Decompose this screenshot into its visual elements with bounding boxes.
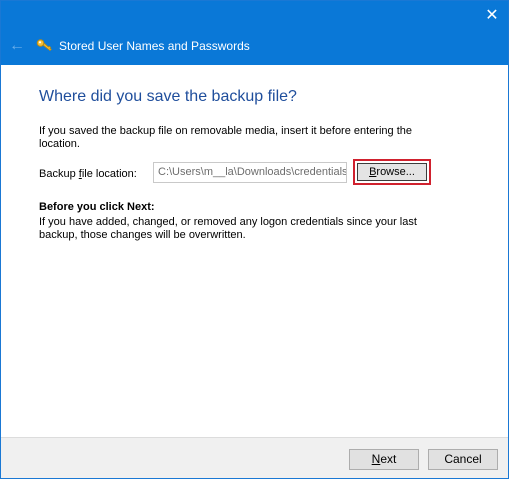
window-title: Stored User Names and Passwords <box>59 39 250 53</box>
button-bar: Next Cancel <box>1 437 508 478</box>
browse-highlight: Browse... <box>353 159 431 185</box>
dialog-window: ← Stored User Names and Passwords ✕ Wher… <box>0 0 509 479</box>
label-text-pre: Backup <box>39 168 79 180</box>
next-button[interactable]: Next <box>349 449 419 470</box>
before-next-text: If you have added, changed, or removed a… <box>39 216 417 241</box>
key-icon <box>36 39 52 52</box>
title-bar: ← Stored User Names and Passwords ✕ <box>1 1 508 65</box>
backup-location-input[interactable]: C:\Users\m__la\Downloads\credentials <box>153 162 347 183</box>
before-next-title: Before you click Next: <box>39 201 155 213</box>
cancel-button[interactable]: Cancel <box>428 449 498 470</box>
browse-button[interactable]: Browse... <box>357 163 427 181</box>
browse-label: rowse... <box>376 166 415 178</box>
label-text-post: ile location: <box>81 168 137 180</box>
next-label: ext <box>380 452 397 466</box>
intro-text: If you saved the backup file on removabl… <box>39 125 412 150</box>
wizard-content: Where did you save the backup file? If y… <box>1 65 508 437</box>
back-arrow-icon[interactable]: ← <box>7 36 27 56</box>
page-heading: Where did you save the backup file? <box>39 88 297 105</box>
close-icon[interactable]: ✕ <box>481 5 503 27</box>
backup-location-label: Backup file location: <box>39 168 137 180</box>
